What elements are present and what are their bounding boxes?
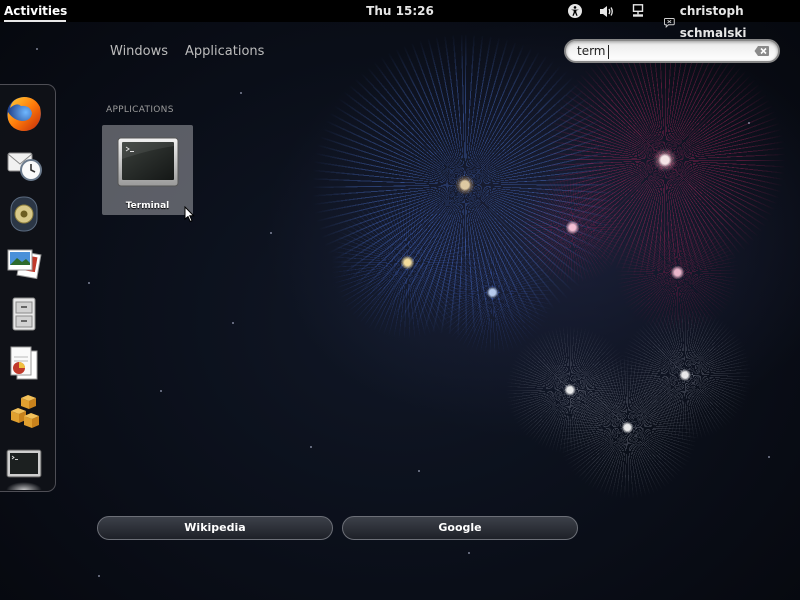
- star: [768, 456, 770, 458]
- star: [160, 390, 162, 392]
- star: [88, 282, 90, 284]
- search-provider-google-button[interactable]: Google: [342, 516, 578, 540]
- file-cabinet-icon: [12, 297, 36, 331]
- desktop-overview: Activities Thu 15:26 christoph schmalski…: [0, 0, 800, 600]
- star: [468, 552, 470, 554]
- dash-item-mail[interactable]: [0, 141, 48, 187]
- search-input[interactable]: [577, 43, 737, 59]
- star: [36, 48, 38, 50]
- text-caret: [608, 45, 609, 59]
- firework-red-small: [515, 170, 630, 285]
- dash-item-files[interactable]: [0, 291, 48, 337]
- star: [232, 322, 234, 324]
- terminal-icon: [117, 137, 179, 187]
- dash-item-music[interactable]: [0, 191, 48, 237]
- running-indicator: [6, 482, 42, 490]
- documents-icon: [10, 346, 38, 380]
- software-boxes-icon: [11, 395, 39, 428]
- star: [748, 122, 750, 124]
- top-bar: Activities Thu 15:26 christoph schmalski: [0, 0, 800, 40]
- firework-blue-large: [305, 35, 625, 335]
- dash-item-photos[interactable]: [0, 241, 48, 287]
- section-heading-applications: APPLICATIONS: [106, 105, 174, 115]
- star: [418, 470, 420, 472]
- firework-blue-small: [430, 230, 555, 355]
- clock-label[interactable]: Thu 15:26: [366, 4, 434, 18]
- user-menu[interactable]: christoph schmalski: [664, 0, 800, 44]
- dash-item-documents[interactable]: [0, 341, 48, 387]
- dash-item-software[interactable]: [0, 391, 48, 437]
- network-icon[interactable]: [630, 3, 646, 19]
- dash-item-terminal[interactable]: [0, 441, 48, 490]
- firework-red-small: [615, 210, 740, 335]
- photos-icon: [7, 249, 42, 280]
- app-result-label: Terminal: [125, 201, 170, 211]
- tab-applications[interactable]: Applications: [185, 44, 264, 59]
- mail-clock-icon: [7, 152, 42, 181]
- user-name: christoph schmalski: [679, 4, 747, 40]
- firework-white: [615, 310, 755, 440]
- activities-button[interactable]: Activities: [4, 0, 67, 22]
- dash: [0, 84, 56, 492]
- star: [98, 575, 100, 577]
- firefox-icon: [7, 97, 41, 131]
- volume-icon[interactable]: [598, 3, 614, 19]
- firework-blue-small: [330, 185, 485, 340]
- tab-windows[interactable]: Windows: [110, 44, 168, 59]
- terminal-icon: [6, 449, 42, 478]
- search-box[interactable]: [564, 39, 780, 63]
- user-status-icon: [664, 17, 675, 28]
- app-result-terminal[interactable]: Terminal: [102, 125, 193, 215]
- star: [240, 92, 242, 94]
- star: [310, 446, 312, 448]
- accessibility-icon[interactable]: [567, 3, 583, 19]
- clear-search-icon[interactable]: [754, 45, 770, 57]
- search-provider-wikipedia-button[interactable]: Wikipedia: [97, 516, 333, 540]
- speaker-icon: [10, 196, 38, 232]
- dash-item-firefox[interactable]: [0, 91, 48, 137]
- firework-white: [555, 355, 700, 500]
- mouse-pointer-icon: [184, 206, 195, 223]
- firework-white: [505, 325, 635, 455]
- firework-red-large: [540, 40, 790, 280]
- star: [270, 232, 272, 234]
